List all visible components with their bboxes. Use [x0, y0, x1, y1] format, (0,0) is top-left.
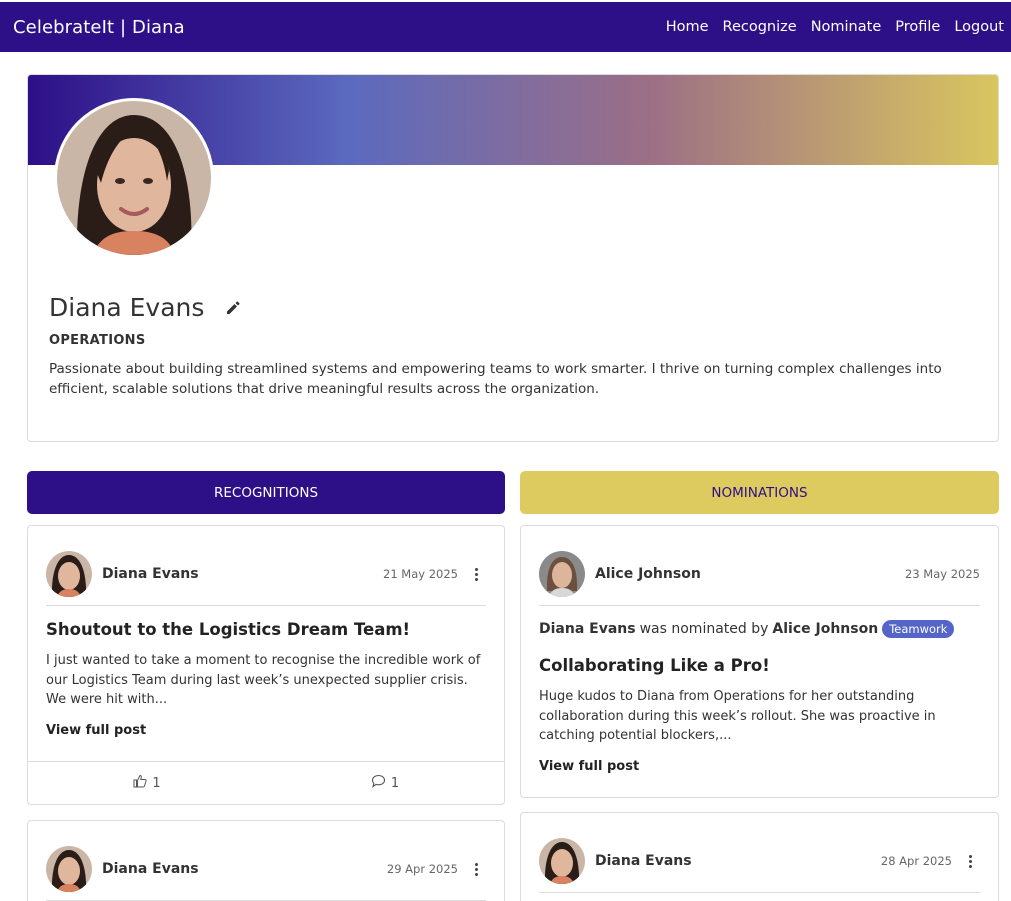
avatar	[46, 551, 92, 597]
view-full-post-link[interactable]: View full post	[46, 723, 146, 738]
nav-profile-link[interactable]: Profile	[895, 19, 940, 35]
avatar	[539, 838, 585, 884]
nominee-name[interactable]: Diana Evans	[539, 621, 636, 637]
avatar	[46, 846, 92, 892]
post-body: Huge kudos to Diana from Operations for …	[539, 689, 936, 743]
comment-button[interactable]: 1	[266, 762, 504, 804]
top-navbar: CelebrateIt | Diana Home Recognize Nomin…	[0, 2, 1011, 52]
post-date: 23 May 2025	[905, 567, 980, 581]
nav-nominate-link[interactable]: Nominate	[811, 19, 882, 35]
avatar	[539, 551, 585, 597]
recognition-card: Diana Evans 21 May 2025 Shoutout to the …	[27, 525, 505, 805]
divider	[46, 605, 486, 606]
profile-name-row: Diana Evans	[49, 293, 244, 322]
more-options-icon[interactable]	[466, 564, 486, 584]
nav-links: Home Recognize Nominate Profile Logout	[666, 19, 1004, 35]
post-title: Collaborating Like a Pro!	[539, 656, 770, 675]
category-tag: Teamwork	[882, 620, 955, 638]
post-body: I just wanted to take a moment to recogn…	[46, 653, 481, 707]
nomination-card: Diana Evans 28 Apr 2025	[520, 812, 999, 901]
thumbs-up-icon	[133, 774, 147, 792]
card-header: Diana Evans 28 Apr 2025	[539, 838, 980, 884]
post-author[interactable]: Diana Evans	[102, 861, 387, 877]
comment-count: 1	[390, 775, 400, 791]
post-date: 28 Apr 2025	[880, 854, 952, 868]
profile-avatar	[54, 98, 214, 258]
divider	[539, 892, 980, 893]
comment-icon	[371, 774, 386, 792]
card-header: Alice Johnson 23 May 2025	[539, 551, 980, 597]
like-button[interactable]: 1	[28, 762, 266, 804]
more-options-icon[interactable]	[466, 859, 486, 879]
tab-recognitions[interactable]: RECOGNITIONS	[27, 471, 505, 514]
pencil-icon[interactable]	[222, 297, 244, 319]
nomination-text: was nominated by	[639, 621, 769, 637]
divider	[539, 605, 980, 606]
more-options-icon[interactable]	[960, 851, 980, 871]
nav-home-link[interactable]: Home	[666, 19, 709, 35]
nomination-card: Alice Johnson 23 May 2025 Diana Evans wa…	[520, 525, 999, 798]
post-date: 29 Apr 2025	[386, 862, 458, 876]
view-full-post-link[interactable]: View full post	[539, 759, 639, 774]
post-date: 21 May 2025	[383, 567, 458, 581]
nominator-name[interactable]: Alice Johnson	[772, 621, 878, 637]
brand-title[interactable]: CelebrateIt | Diana	[13, 17, 185, 38]
like-count: 1	[152, 775, 161, 791]
profile-bio: Passionate about building streamlined sy…	[49, 361, 942, 397]
post-author[interactable]: Diana Evans	[595, 853, 881, 869]
profile-card: Diana Evans OPERATIONS Passionate about …	[27, 74, 999, 442]
card-header: Diana Evans 21 May 2025	[46, 551, 486, 597]
post-title: Shoutout to the Logistics Dream Team!	[46, 620, 411, 639]
nav-recognize-link[interactable]: Recognize	[723, 19, 797, 35]
card-footer: 1 1	[28, 761, 504, 804]
post-author[interactable]: Alice Johnson	[595, 566, 905, 582]
profile-name: Diana Evans	[49, 293, 205, 322]
tab-nominations[interactable]: NOMINATIONS	[520, 471, 999, 514]
nomination-summary: Diana Evans was nominated by Alice Johns…	[539, 620, 955, 638]
card-header: Diana Evans 29 Apr 2025	[46, 846, 486, 892]
profile-department: OPERATIONS	[49, 333, 146, 348]
nav-logout-link[interactable]: Logout	[954, 19, 1004, 35]
recognition-card: Diana Evans 29 Apr 2025	[27, 820, 505, 901]
post-author[interactable]: Diana Evans	[102, 566, 383, 582]
